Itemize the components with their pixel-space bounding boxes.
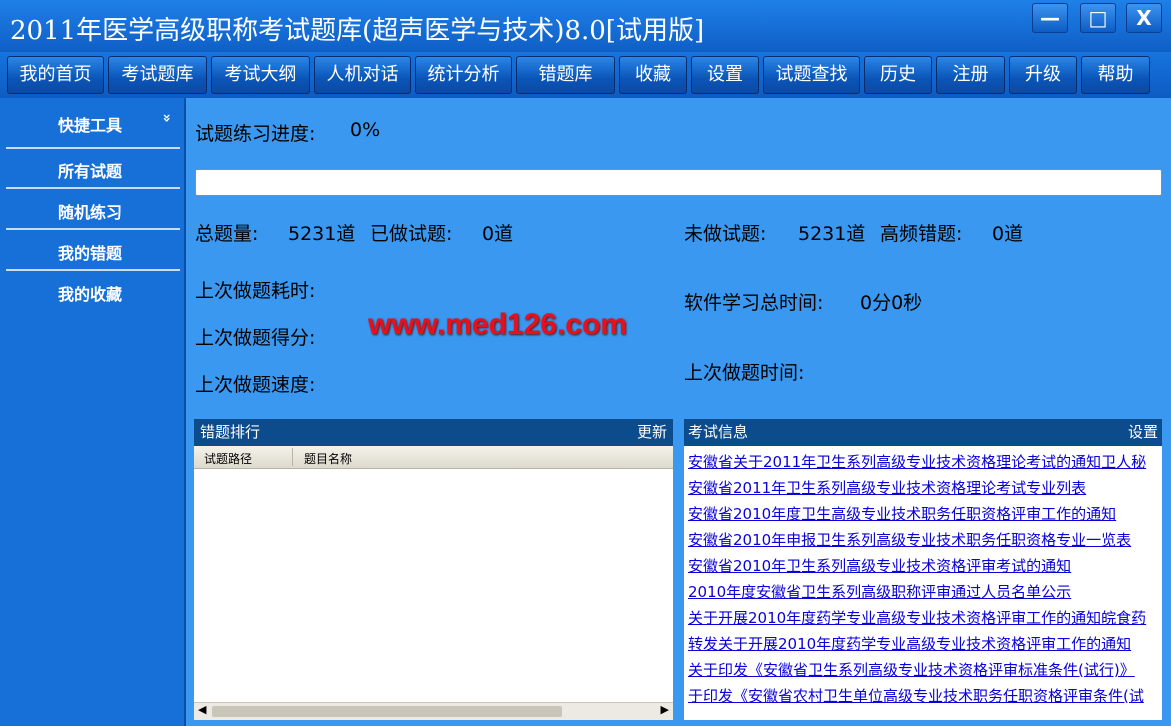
scroll-left-icon[interactable]: ◀ xyxy=(198,703,206,716)
news-link[interactable]: 于印发《安徽省农村卫生单位高级专业技术职务任职资格评审条件(试 xyxy=(688,685,1144,706)
table-header: 试题路径 题目名称 xyxy=(194,446,673,469)
scroll-thumb[interactable] xyxy=(212,706,562,717)
news-link[interactable]: 安徽省2010年卫生系列高级专业技术资格评审考试的通知 xyxy=(688,555,1071,576)
nav-favorites[interactable]: 收藏 xyxy=(619,56,687,94)
total-study-value: 0分0秒 xyxy=(860,292,923,314)
total-study-label: 软件学习总时间: xyxy=(684,292,824,314)
news-link[interactable]: 安徽省2011年卫生系列高级专业技术资格理论考试专业列表 xyxy=(688,477,1086,498)
minimize-button[interactable]: — xyxy=(1032,3,1068,33)
close-button[interactable]: X xyxy=(1126,3,1162,33)
wrong-rank-title: 错题排行 xyxy=(200,423,261,441)
progress-value: 0% xyxy=(350,119,381,141)
main-nav: 我的首页 考试题库 考试大纲 人机对话 统计分析 错题库 收藏 设置 试题查找 … xyxy=(0,52,1171,98)
sidebar-item-random-practice[interactable]: 随机练习 xyxy=(58,199,122,223)
undone-label: 未做试题: xyxy=(684,223,767,245)
progress-bar xyxy=(195,169,1162,196)
chevron-down-icon[interactable]: » xyxy=(159,113,175,122)
sidebar-divider xyxy=(6,147,180,149)
sidebar-item-all-questions[interactable]: 所有试题 xyxy=(58,158,122,182)
col-path[interactable]: 试题路径 xyxy=(204,450,252,467)
news-link[interactable]: 安徽省2010年申报卫生系列高级专业技术职务任职资格专业一览表 xyxy=(688,529,1131,550)
last-time-cost-label: 上次做题耗时: xyxy=(195,280,316,302)
nav-history[interactable]: 历史 xyxy=(864,56,932,94)
wrong-rank-table: 试题路径 题目名称 ◀ ▶ xyxy=(194,446,673,720)
sidebar-header[interactable]: 快捷工具 xyxy=(58,112,122,136)
freq-wrong-value: 0道 xyxy=(992,223,1024,245)
nav-wrong-bank[interactable]: 错题库 xyxy=(516,56,615,94)
exam-info-settings[interactable]: 设置 xyxy=(1128,419,1158,446)
nav-settings[interactable]: 设置 xyxy=(691,56,759,94)
exam-info-header: 考试信息 设置 xyxy=(684,419,1162,446)
done-value: 0道 xyxy=(482,223,514,245)
sidebar-divider xyxy=(6,187,180,189)
nav-upgrade[interactable]: 升级 xyxy=(1009,56,1077,94)
freq-wrong-label: 高频错题: xyxy=(880,223,963,245)
watermark: www.med126.com xyxy=(368,308,627,341)
col-name[interactable]: 题目名称 xyxy=(304,450,352,467)
wrong-rank-refresh[interactable]: 更新 xyxy=(637,419,667,446)
last-time-label: 上次做题时间: xyxy=(684,362,805,384)
nav-question-bank[interactable]: 考试题库 xyxy=(108,56,207,94)
news-link[interactable]: 转发关于开展2010年度药学专业高级专业技术资格评审工作的通知 xyxy=(688,633,1131,654)
nav-search[interactable]: 试题查找 xyxy=(763,56,860,94)
sidebar-divider xyxy=(6,269,180,271)
news-link[interactable]: 2010年度安徽省卫生系列高级职称评审通过人员名单公示 xyxy=(688,581,1071,602)
sidebar-divider xyxy=(6,228,180,230)
last-score-label: 上次做题得分: xyxy=(195,327,316,349)
scroll-right-icon[interactable]: ▶ xyxy=(661,703,669,716)
nav-register[interactable]: 注册 xyxy=(936,56,1005,94)
wrong-rank-header: 错题排行 更新 xyxy=(194,419,673,446)
total-label: 总题量: xyxy=(195,223,259,245)
maximize-button[interactable]: □ xyxy=(1080,3,1116,33)
sidebar: 快捷工具 » 所有试题 随机练习 我的错题 我的收藏 xyxy=(0,98,186,726)
sidebar-item-my-favorites[interactable]: 我的收藏 xyxy=(58,281,122,305)
undone-value: 5231道 xyxy=(798,223,866,245)
nav-dialogue[interactable]: 人机对话 xyxy=(314,56,411,94)
nav-help[interactable]: 帮助 xyxy=(1081,56,1150,94)
news-link[interactable]: 关于开展2010年度药学专业高级专业技术资格评审工作的通知皖食药 xyxy=(688,607,1146,628)
news-link[interactable]: 关于印发《安徽省卫生系列高级专业技术资格评审标准条件(试行)》 xyxy=(688,659,1135,680)
exam-info-list: 安徽省关于2011年卫生系列高级专业技术资格理论考试的通知卫人秘 安徽省2011… xyxy=(684,446,1162,720)
nav-syllabus[interactable]: 考试大纲 xyxy=(211,56,310,94)
progress-label: 试题练习进度: xyxy=(195,123,316,145)
horizontal-scrollbar[interactable]: ◀ ▶ xyxy=(194,702,673,720)
last-speed-label: 上次做题速度: xyxy=(195,374,316,396)
done-label: 已做试题: xyxy=(370,223,453,245)
news-link[interactable]: 安徽省关于2011年卫生系列高级专业技术资格理论考试的通知卫人秘 xyxy=(688,451,1146,472)
title-bar: 2011年医学高级职称考试题库(超声医学与技术)8.0[试用版] — □ X xyxy=(0,0,1171,52)
total-value: 5231道 xyxy=(288,223,356,245)
news-link[interactable]: 安徽省2010年度卫生高级专业技术职务任职资格评审工作的通知 xyxy=(688,503,1116,524)
nav-home[interactable]: 我的首页 xyxy=(7,56,104,94)
app-title: 2011年医学高级职称考试题库(超声医学与技术)8.0[试用版] xyxy=(10,16,705,46)
sidebar-item-my-wrong[interactable]: 我的错题 xyxy=(58,240,122,264)
col-divider[interactable] xyxy=(292,448,293,466)
exam-info-title: 考试信息 xyxy=(688,423,749,441)
nav-statistics[interactable]: 统计分析 xyxy=(415,56,512,94)
